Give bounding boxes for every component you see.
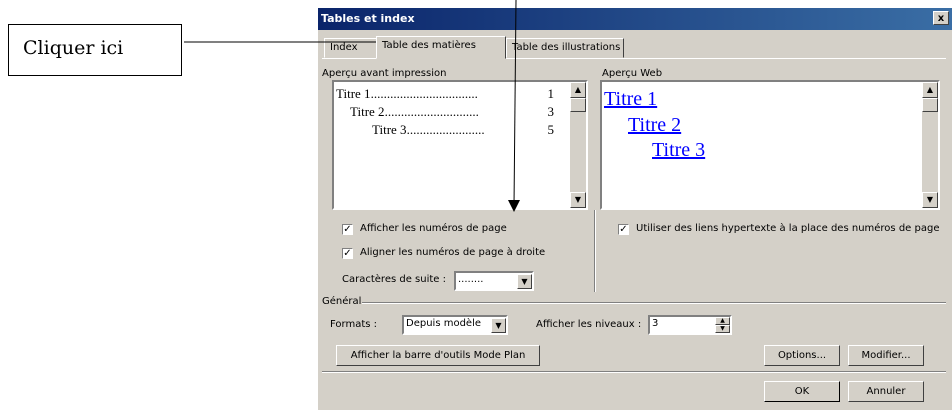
annotation-overlay: [184, 0, 520, 212]
tab-table-des-matieres-label: Table des matières: [382, 40, 476, 51]
arrow-head-icon: [508, 200, 520, 212]
annotation-arrow-line: [513, 0, 517, 207]
tab-table-des-matieres[interactable]: Table des matières: [376, 36, 506, 59]
